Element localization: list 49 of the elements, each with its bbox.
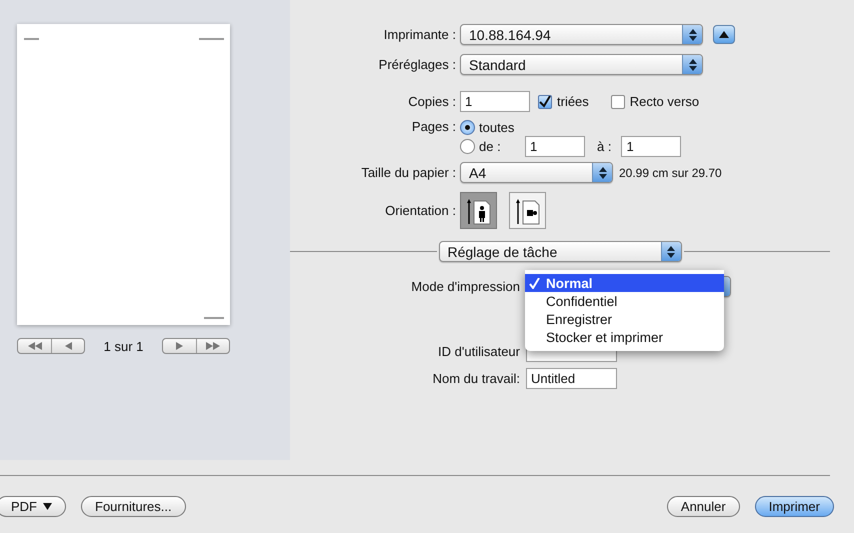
landscape-page-icon <box>514 196 540 224</box>
hide-details-button[interactable] <box>713 25 735 44</box>
landscape-button[interactable] <box>509 192 546 229</box>
double-left-triangle-icon <box>28 342 42 350</box>
section-popup[interactable]: Réglage de tâche <box>438 241 682 262</box>
print-mode-label: Mode d'impression <box>410 279 521 294</box>
supplies-button[interactable]: Fournitures... <box>81 496 186 517</box>
user-id-label: ID d'utilisateur <box>437 344 521 359</box>
up-triangle-icon <box>719 31 729 38</box>
presets-popup[interactable]: Standard <box>460 54 703 75</box>
portrait-page-icon <box>466 196 492 224</box>
presets-label: Préréglages : <box>378 57 457 72</box>
menu-item[interactable]: Stocker et imprimer <box>525 328 724 346</box>
to-label: à : <box>597 139 612 154</box>
copies-label: Copies : <box>407 94 457 109</box>
menu-item[interactable]: Normal <box>525 274 724 292</box>
duplex-checkbox[interactable]: Recto verso <box>610 94 700 109</box>
paper-size-label: Taille du papier : <box>360 165 457 180</box>
page-counter: 1 sur 1 <box>104 338 144 354</box>
double-right-triangle-icon <box>206 342 220 350</box>
print-button[interactable]: Imprimer <box>754 496 834 517</box>
stepper-arrows-icon <box>598 166 606 178</box>
checkmark-icon <box>539 96 551 108</box>
stepper-arrows-icon <box>688 58 696 70</box>
paper-size-popup[interactable]: A4 <box>460 162 613 183</box>
from-page-field[interactable]: 1 <box>525 136 585 157</box>
down-triangle-icon <box>43 503 52 510</box>
portrait-button[interactable] <box>460 192 497 229</box>
pages-radio[interactable]: de : <box>460 139 525 154</box>
orientation-label: Orientation : <box>384 203 457 218</box>
pdf-button[interactable]: PDF <box>0 496 66 517</box>
pages-radio[interactable]: toutes <box>460 120 525 135</box>
left-triangle-icon <box>64 342 72 350</box>
cancel-button[interactable]: Annuler <box>666 496 740 517</box>
stepper-arrows-icon <box>667 246 675 258</box>
menu-item[interactable]: Enregistrer <box>525 310 724 328</box>
stepper-arrows-icon <box>688 28 696 40</box>
job-name-field[interactable]: Untitled <box>526 368 617 389</box>
copies-field[interactable]: 1 <box>460 91 530 112</box>
collated-checkbox[interactable]: triées <box>538 94 589 109</box>
printer-popup[interactable]: 10.88.164.94 <box>460 24 703 45</box>
to-page-field[interactable]: 1 <box>621 136 682 157</box>
paper-dimensions: 20.99 cm sur 29.70 <box>619 166 722 180</box>
menu-item[interactable]: Confidentiel <box>525 292 724 310</box>
job-name-label: Nom du travail: <box>432 371 521 386</box>
pages-label: Pages : <box>410 118 457 134</box>
printer-label: Imprimante : <box>382 27 457 42</box>
checkmark-icon <box>529 278 540 288</box>
right-triangle-icon <box>176 342 183 350</box>
